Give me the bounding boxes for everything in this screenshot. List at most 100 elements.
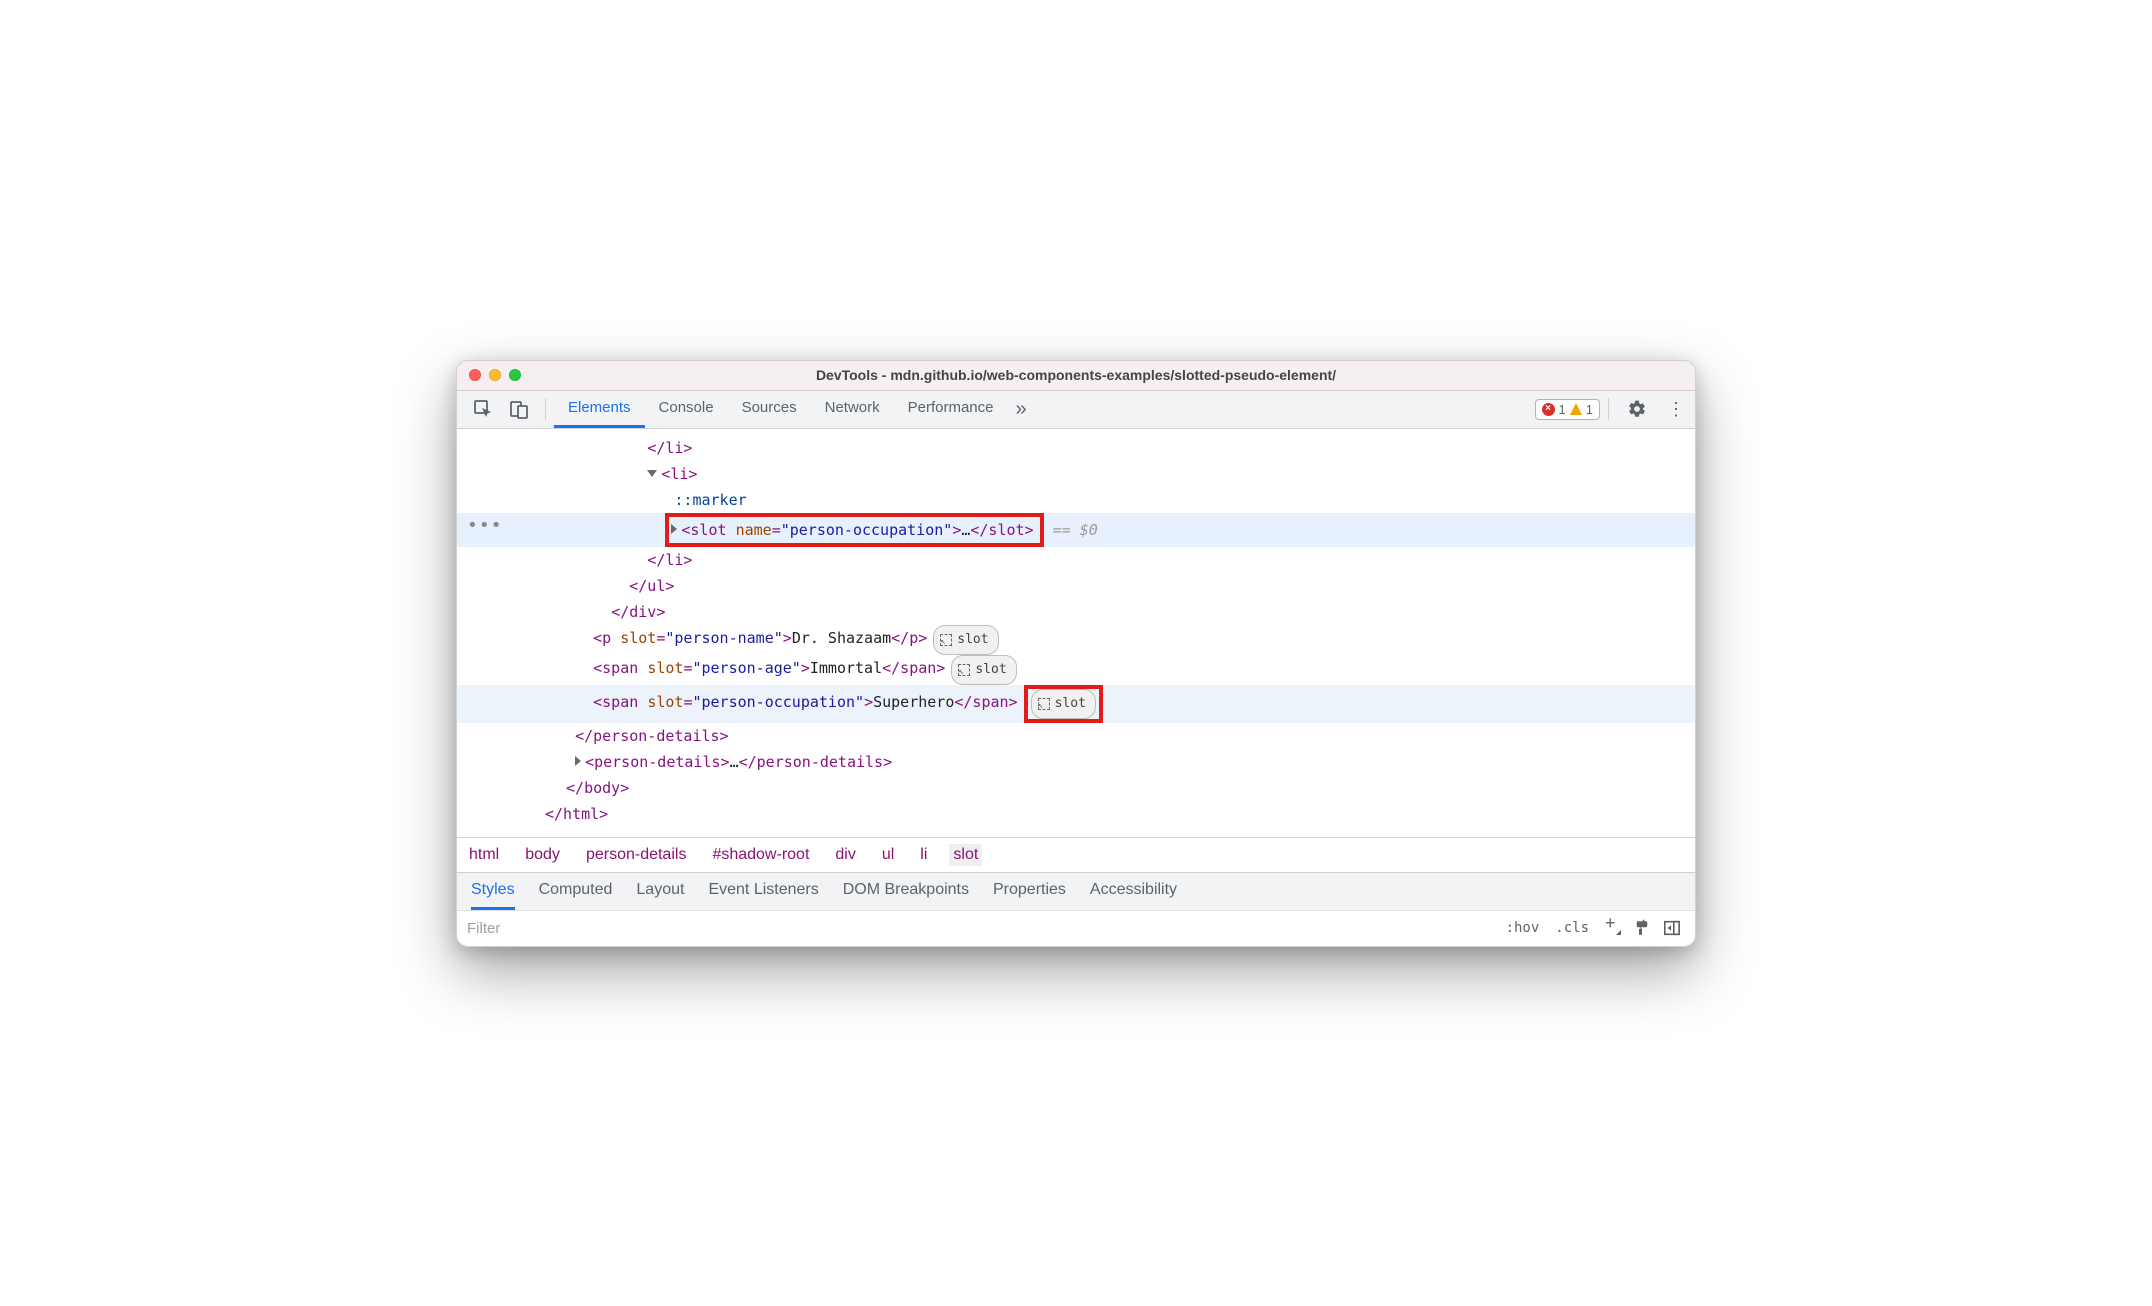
tag: </div>: [611, 603, 665, 621]
attr-name: slot: [647, 659, 683, 677]
tree-row[interactable]: </person-details>: [457, 723, 1695, 749]
attr-value: "person-name": [665, 629, 782, 647]
collapse-icon[interactable]: [647, 470, 657, 477]
tag: </slot>: [970, 521, 1033, 539]
tag: </person-details>: [739, 753, 893, 771]
tree-row-selected[interactable]: ••• <slot name="person-occupation">…</sl…: [457, 513, 1695, 547]
highlight-box: slot: [1024, 685, 1103, 723]
tab-console[interactable]: Console: [645, 390, 728, 428]
breadcrumb: html body person-details #shadow-root di…: [457, 837, 1695, 872]
tree-row[interactable]: <span slot="person-age">Immortal</span>s…: [457, 655, 1695, 685]
tag: </body>: [566, 779, 629, 797]
tree-row[interactable]: </ul>: [457, 573, 1695, 599]
tab-elements[interactable]: Elements: [554, 390, 645, 428]
tag: <span: [593, 693, 638, 711]
tree-row[interactable]: </html>: [457, 801, 1695, 827]
stab-styles[interactable]: Styles: [471, 872, 515, 910]
highlight-box: <slot name="person-occupation">…</slot>: [665, 513, 1043, 547]
text-node: Immortal: [810, 659, 882, 677]
tag: </person-details>: [575, 727, 729, 745]
stab-dom-breakpoints[interactable]: DOM Breakpoints: [843, 872, 969, 910]
issues-badge[interactable]: 1 1: [1535, 399, 1600, 420]
devtools-tabbar: Elements Console Sources Network Perform…: [457, 391, 1695, 429]
attr-name: slot: [620, 629, 656, 647]
error-count: 1: [1559, 402, 1566, 417]
divider: [1608, 398, 1609, 420]
crumb-html[interactable]: html: [465, 844, 503, 866]
titlebar: DevTools - mdn.github.io/web-components-…: [457, 361, 1695, 391]
slot-reveal-badge[interactable]: slot: [951, 655, 1016, 685]
stab-layout[interactable]: Layout: [636, 872, 684, 910]
kebab-menu-icon[interactable]: ⋮: [1657, 399, 1695, 420]
slot-reveal-badge[interactable]: slot: [933, 625, 998, 655]
tree-row[interactable]: <li>: [457, 461, 1695, 487]
crumb-div[interactable]: div: [831, 844, 859, 866]
slot-badge-label: slot: [957, 627, 988, 653]
tree-row[interactable]: <person-details>…</person-details>: [457, 749, 1695, 775]
attr-name: name: [736, 521, 772, 539]
tag: </li>: [647, 551, 692, 569]
stab-event-listeners[interactable]: Event Listeners: [708, 872, 818, 910]
slot-badge-label: slot: [975, 657, 1006, 683]
tag: <person-details>: [585, 753, 730, 771]
slot-badge-icon: [958, 664, 970, 676]
devtools-window: DevTools - mdn.github.io/web-components-…: [456, 360, 1696, 947]
crumb-ul[interactable]: ul: [878, 844, 898, 866]
new-rule-icon[interactable]: [1597, 913, 1627, 944]
error-icon: [1542, 403, 1555, 416]
tree-row[interactable]: </li>: [457, 547, 1695, 573]
hov-toggle[interactable]: :hov: [1498, 916, 1548, 940]
divider: [545, 398, 546, 420]
tag: <li>: [661, 465, 697, 483]
device-toggle-icon[interactable]: [501, 393, 537, 425]
tree-row[interactable]: <span slot="person-occupation">Superhero…: [457, 685, 1695, 723]
more-tabs-icon[interactable]: »: [1008, 392, 1035, 427]
tree-row[interactable]: </div>: [457, 599, 1695, 625]
eq-dollar-zero: == $0: [1053, 521, 1098, 539]
tag: <span: [593, 659, 638, 677]
attr-value: "person-occupation": [692, 693, 864, 711]
crumb-li[interactable]: li: [916, 844, 931, 866]
attr-value: "person-occupation": [781, 521, 953, 539]
tag: </span>: [882, 659, 945, 677]
sidebar-toggle-icon[interactable]: [1657, 915, 1687, 941]
pseudo-marker: ::marker: [674, 491, 746, 509]
settings-icon[interactable]: [1617, 399, 1657, 419]
slot-badge-label: slot: [1055, 691, 1086, 717]
warning-icon: [1570, 403, 1582, 415]
gutter-ellipsis-icon[interactable]: •••: [467, 513, 503, 539]
paint-brush-icon[interactable]: [1627, 915, 1657, 941]
styles-filter-bar: :hov .cls: [457, 910, 1695, 946]
tree-row[interactable]: ::marker: [457, 487, 1695, 513]
attr-name: slot: [647, 693, 683, 711]
crumb-person-details[interactable]: person-details: [582, 844, 691, 866]
crumb-body[interactable]: body: [521, 844, 564, 866]
tree-row[interactable]: <p slot="person-name">Dr. Shazaam</p>slo…: [457, 625, 1695, 655]
tag: </html>: [545, 805, 608, 823]
crumb-slot[interactable]: slot: [949, 844, 982, 866]
expand-icon[interactable]: [575, 756, 581, 766]
tag: <slot: [681, 521, 726, 539]
inspect-icon[interactable]: [465, 393, 501, 425]
slot-badge-icon: [940, 634, 952, 646]
cls-toggle[interactable]: .cls: [1547, 916, 1597, 940]
stab-properties[interactable]: Properties: [993, 872, 1066, 910]
elements-tree[interactable]: </li> <li> ::marker ••• <slot name="pers…: [457, 429, 1695, 837]
tab-network[interactable]: Network: [811, 390, 894, 428]
tree-row[interactable]: </body>: [457, 775, 1695, 801]
warning-count: 1: [1586, 402, 1593, 417]
styles-tabbar: Styles Computed Layout Event Listeners D…: [457, 872, 1695, 910]
crumb-shadow-root[interactable]: #shadow-root: [708, 844, 813, 866]
slot-reveal-badge[interactable]: slot: [1031, 689, 1096, 719]
tab-sources[interactable]: Sources: [728, 390, 811, 428]
stab-computed[interactable]: Computed: [539, 872, 613, 910]
tag: </li>: [647, 439, 692, 457]
tag: </p>: [891, 629, 927, 647]
tag: </ul>: [629, 577, 674, 595]
styles-filter-input[interactable]: [457, 912, 1498, 945]
slot-badge-icon: [1038, 698, 1050, 710]
expand-icon[interactable]: [671, 524, 677, 534]
tree-row[interactable]: </li>: [457, 435, 1695, 461]
stab-accessibility[interactable]: Accessibility: [1090, 872, 1177, 910]
tab-performance[interactable]: Performance: [894, 390, 1008, 428]
